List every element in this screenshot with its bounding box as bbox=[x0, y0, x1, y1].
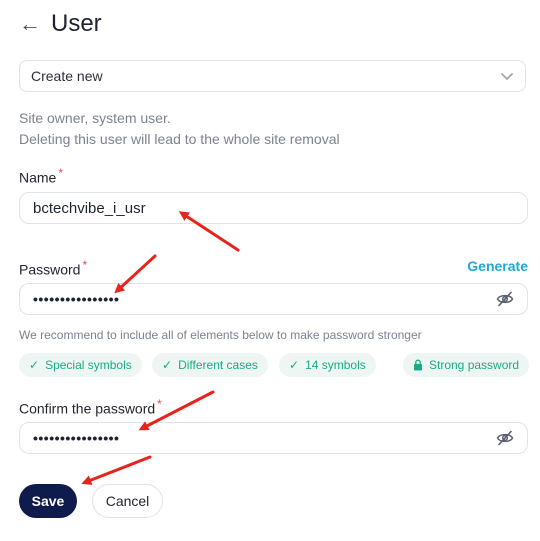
check-icon: ✓ bbox=[162, 358, 173, 372]
password-hint: We recommend to include all of elements … bbox=[19, 328, 422, 342]
required-mark: * bbox=[157, 397, 162, 411]
arrow-save bbox=[81, 455, 152, 485]
required-mark: * bbox=[82, 258, 88, 272]
password-input-value: •••••••••••••••• bbox=[33, 291, 120, 307]
confirm-password-label: Confirm the password * bbox=[19, 397, 162, 417]
generate-button[interactable]: Generate bbox=[467, 258, 528, 274]
check-icon: ✓ bbox=[289, 358, 300, 372]
user-info: Site owner, system user. Deleting this u… bbox=[19, 108, 340, 150]
page-header: ← User bbox=[19, 10, 102, 38]
user-select[interactable]: Create new bbox=[19, 60, 526, 92]
name-input-value: bctechvibe_i_usr bbox=[33, 199, 146, 217]
confirm-password-value: •••••••••••••••• bbox=[33, 430, 120, 446]
info-line-1: Site owner, system user. bbox=[19, 110, 171, 126]
chip-strong-password: Strong password bbox=[403, 353, 530, 377]
password-input[interactable]: •••••••••••••••• bbox=[19, 283, 528, 315]
confirm-password-input[interactable]: •••••••••••••••• bbox=[19, 422, 528, 454]
chip-14-symbols: ✓ 14 symbols bbox=[279, 353, 376, 377]
name-label-text: Name bbox=[19, 169, 57, 186]
required-mark: * bbox=[58, 166, 64, 180]
chip-different-cases: ✓ Different cases bbox=[152, 353, 268, 377]
chip-label: Strong password bbox=[429, 358, 520, 372]
chevron-down-icon bbox=[501, 73, 513, 80]
check-icon: ✓ bbox=[29, 358, 40, 372]
eye-slash-icon[interactable] bbox=[496, 291, 514, 307]
name-input[interactable]: bctechvibe_i_usr bbox=[19, 192, 528, 224]
page-title: User bbox=[51, 10, 102, 37]
save-button[interactable]: Save bbox=[19, 484, 77, 518]
user-select-value: Create new bbox=[31, 68, 103, 84]
eye-slash-icon[interactable] bbox=[496, 430, 514, 446]
name-label: Name * bbox=[19, 166, 63, 186]
lock-icon bbox=[414, 359, 422, 371]
password-label: Password * bbox=[19, 258, 87, 278]
cancel-button[interactable]: Cancel bbox=[92, 484, 163, 518]
chip-label: Special symbols bbox=[45, 358, 132, 372]
info-line-2: Deleting this user will lead to the whol… bbox=[19, 131, 340, 147]
chip-label: 14 symbols bbox=[305, 358, 366, 372]
arrow-left-icon[interactable]: ← bbox=[19, 13, 41, 35]
confirm-label-text: Confirm the password bbox=[19, 400, 156, 417]
password-label-text: Password bbox=[19, 261, 81, 278]
chip-label: Different cases bbox=[178, 358, 258, 372]
chip-special-symbols: ✓ Special symbols bbox=[19, 353, 142, 377]
